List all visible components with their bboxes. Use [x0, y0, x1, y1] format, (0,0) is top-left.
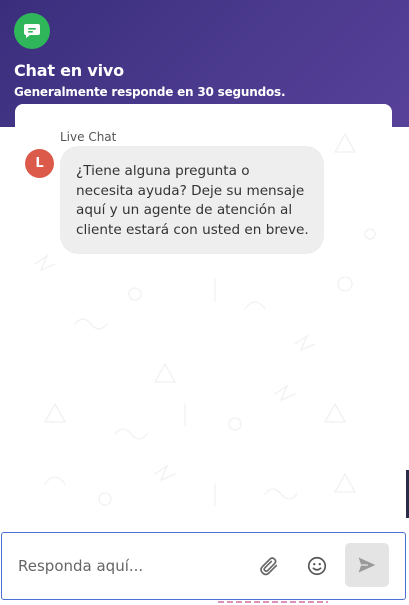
- message-list[interactable]: Live Chat L ¿Tiene alguna pregunta o nec…: [15, 104, 392, 526]
- paperclip-icon: [260, 557, 278, 576]
- attach-button[interactable]: [256, 553, 282, 579]
- live-chat-widget: Chat en vivo Generalmente responde en 30…: [0, 0, 409, 605]
- send-icon: [358, 557, 376, 573]
- message-composer: [1, 532, 406, 600]
- emoji-button[interactable]: [304, 553, 330, 579]
- header-subtitle: Generalmente responde en 30 segundos.: [14, 85, 286, 99]
- smiley-icon: [307, 556, 327, 576]
- agent-avatar: L: [25, 149, 54, 178]
- reply-input[interactable]: [18, 551, 238, 581]
- message-bubble: ¿Tiene alguna pregunta o necesita ayuda?…: [60, 146, 324, 254]
- sender-name: Live Chat: [60, 130, 117, 144]
- send-button[interactable]: [345, 543, 389, 587]
- footer-link-fragment: [218, 600, 328, 605]
- header-title: Chat en vivo: [14, 61, 124, 80]
- chat-bubble-icon: [14, 13, 50, 49]
